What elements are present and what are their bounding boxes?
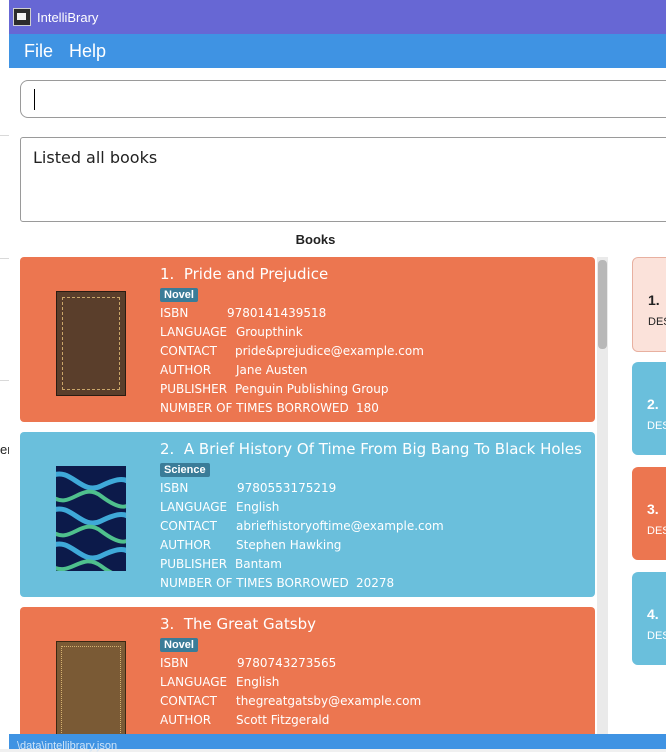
book-card[interactable]: 2. A Brief History Of Time From Big Bang… [20,432,595,597]
title-bar[interactable]: IntelliBrary [9,0,666,34]
language-field: LANGUAGE Groupthink [160,325,303,339]
side-card-description-label: DES [647,525,666,537]
author-field: AUTHOR Scott Fitzgerald [160,713,330,727]
book-title: 1. Pride and Prejudice [160,265,329,283]
command-box[interactable] [20,80,666,118]
side-card-description-label: DES [647,420,666,432]
author-field: AUTHOR Jane Austen [160,363,308,377]
side-list-card[interactable]: 2. DES [632,362,666,455]
contact-field: CONTACT pride&prejudice@example.com [160,344,424,358]
book-cover-image [56,641,126,746]
borrow-count-field: NUMBER OF TIMES BORROWED 180 [160,401,379,415]
books-panel-header: Books [295,232,336,247]
window-title: IntelliBrary [37,9,99,25]
isbn-field: ISBN 9780553175219 [160,481,337,495]
publisher-field: PUBLISHER Penguin Publishing Group [160,382,389,396]
side-card-index: 3. [647,501,659,517]
book-card[interactable]: 1. Pride and Prejudice Novel ISBN 9780141… [20,257,595,422]
menu-help[interactable]: Help [63,41,116,62]
side-card-index: 2. [647,396,659,412]
contact-field: CONTACT thegreatgatsby@example.com [160,694,422,708]
storage-path: \data\intellibrary.json [17,740,118,752]
isbn-field: ISBN 9780141439518 [160,306,327,320]
isbn-field: ISBN 9780743273565 [160,656,337,670]
side-card-description-label: DES [648,316,666,328]
genre-tag: Novel [160,638,198,652]
side-list-card[interactable]: 3. DES [632,467,666,560]
book-cover-image [56,291,126,396]
book-title: 2. A Brief History Of Time From Big Bang… [160,440,582,458]
text-caret [34,89,35,110]
result-display[interactable]: Listed all books [20,137,666,222]
status-bar: \data\intellibrary.json [9,734,666,752]
command-input[interactable] [31,87,635,111]
language-field: LANGUAGE English [160,500,280,514]
language-field: LANGUAGE English [160,675,280,689]
contact-field: CONTACT abriefhistoryoftime@example.com [160,519,444,533]
app-window: IntelliBrary File Help Listed all books … [9,0,666,752]
side-card-index: 1. [648,292,660,308]
side-list-card[interactable]: 4. DES [632,572,666,665]
book-card[interactable]: 3. The Great Gatsby Novel ISBN 9780743273… [20,607,595,749]
publisher-field: PUBLISHER Bantam [160,557,282,571]
book-list[interactable]: 1. Pride and Prejudice Novel ISBN 9780141… [20,257,608,749]
result-message: Listed all books [33,148,158,167]
author-field: AUTHOR Stephen Hawking [160,538,342,552]
side-list-card[interactable]: 1. DES [632,257,666,352]
menu-file[interactable]: File [9,41,63,62]
genre-tag: Novel [160,288,198,302]
side-card-index: 4. [647,606,659,622]
borrow-count-field: NUMBER OF TIMES BORROWED 20278 [160,576,395,590]
app-logo-icon [13,8,31,26]
main-content: Listed all books Books 1. Pride and Prej… [9,68,666,749]
side-card-description-label: DES [647,630,666,642]
genre-tag: Science [160,463,210,477]
book-cover-image [56,466,126,571]
scrollbar-thumb[interactable] [598,260,607,349]
book-title: 3. The Great Gatsby [160,615,316,633]
menu-bar: File Help [9,34,666,68]
